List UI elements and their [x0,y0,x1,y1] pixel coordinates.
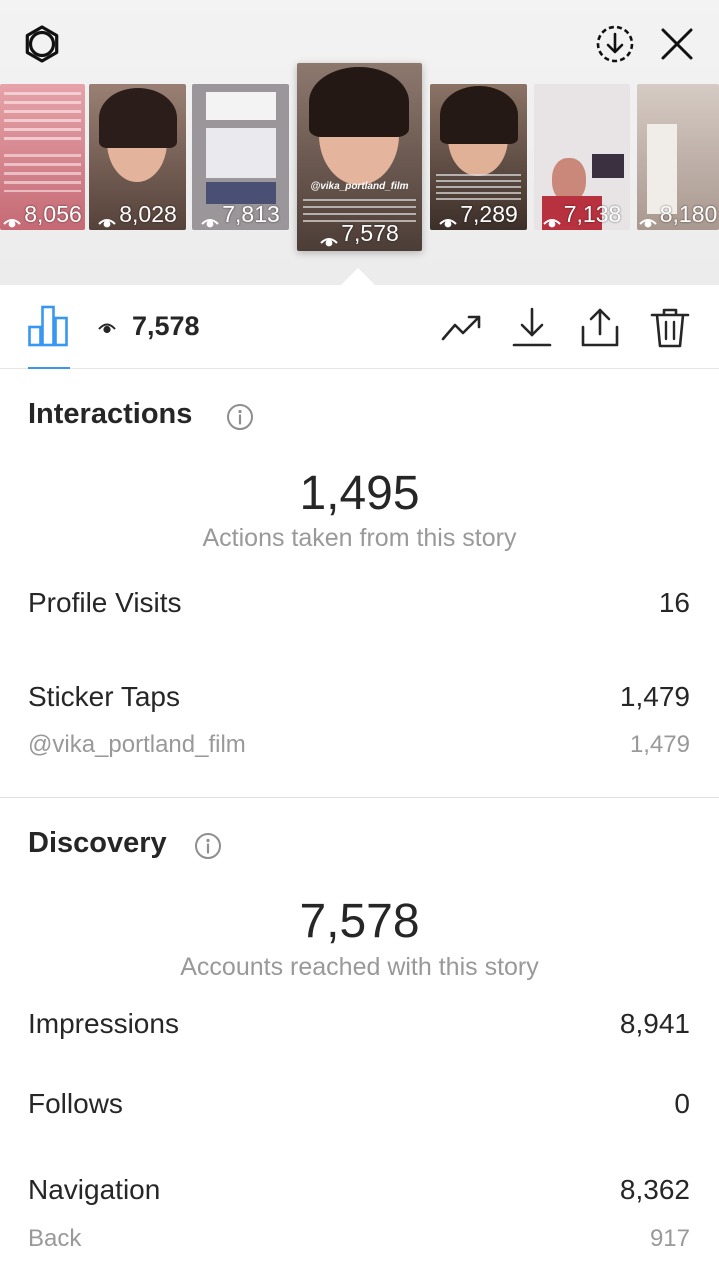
sticker-taps-value: 1,479 [619,681,690,712]
eye-icon [98,323,116,334]
navigation-label: Navigation [28,1174,161,1205]
story-thumbnail[interactable]: 8,028 [89,84,186,230]
profile-visits-label: Profile Visits [28,587,182,618]
story-thumbnail[interactable]: 8,056 [0,84,85,230]
eye-icon [3,208,21,228]
sticker-username-taps: 1,479 [629,731,690,758]
eye-icon [320,227,338,247]
eye-icon [639,208,657,228]
insights-toolbar: 7,578 [0,285,719,369]
impressions-label: Impressions [28,1008,179,1039]
navigation-back-value: 917 [649,1225,690,1252]
interactions-heading: Interactions [28,398,193,430]
eye-icon [543,208,561,228]
section-divider [0,797,719,798]
active-tab-indicator [28,367,70,369]
active-story-username: @vika_portland_film [310,181,409,192]
info-icon[interactable] [194,832,222,860]
eye-icon [439,208,457,228]
download-icon[interactable] [511,307,553,349]
profile-visits-value: 16 [658,587,690,618]
interactions-caption: Actions taken from this story [202,524,517,552]
sticker-username[interactable]: @vika_portland_film [28,731,246,759]
follows-label: Follows [28,1088,123,1119]
selection-pointer [340,268,376,286]
thumbnail-view-count: 7,289 [460,200,518,227]
story-thumbnail[interactable]: 8,180 [637,84,719,230]
navigation-back-label: Back [28,1225,82,1252]
follows-value: 0 [674,1088,690,1119]
thumbnail-view-count: 7,813 [222,200,280,227]
active-story-thumbnail[interactable]: @vika_portland_film 7,578 [297,63,422,251]
thumbnail-view-count: 8,056 [24,200,82,227]
story-thumbnail[interactable]: 7,138 [534,84,630,230]
trending-icon[interactable] [441,307,483,349]
trash-icon[interactable] [649,307,691,349]
interactions-total: 1,495 [299,467,420,520]
discovery-heading: Discovery [28,827,167,859]
thumbnail-view-count: 8,180 [659,200,718,227]
discovery-caption: Accounts reached with this story [180,953,539,981]
story-carousel-area: 8,056 8,028 7,813 7,289 7,138 8,180 @vik… [0,0,719,286]
info-icon[interactable] [226,403,254,431]
eye-icon [201,208,219,228]
thumbnail-view-count: 7,138 [563,200,622,227]
save-story-icon[interactable] [593,22,637,66]
story-view-count: 7,578 [132,311,200,341]
bar-chart-icon[interactable] [28,305,68,347]
settings-icon[interactable] [20,22,64,66]
close-icon[interactable] [655,22,699,66]
thumbnail-view-count: 7,578 [341,219,399,246]
story-thumbnail[interactable]: 7,813 [192,84,289,230]
navigation-value: 8,362 [619,1174,690,1205]
impressions-value: 8,941 [619,1008,690,1039]
share-icon[interactable] [579,307,621,349]
thumbnail-view-count: 8,028 [119,200,177,227]
sticker-taps-label: Sticker Taps [28,681,180,712]
eye-icon [98,208,116,228]
discovery-total: 7,578 [299,895,420,948]
story-thumbnail[interactable]: 7,289 [430,84,527,230]
